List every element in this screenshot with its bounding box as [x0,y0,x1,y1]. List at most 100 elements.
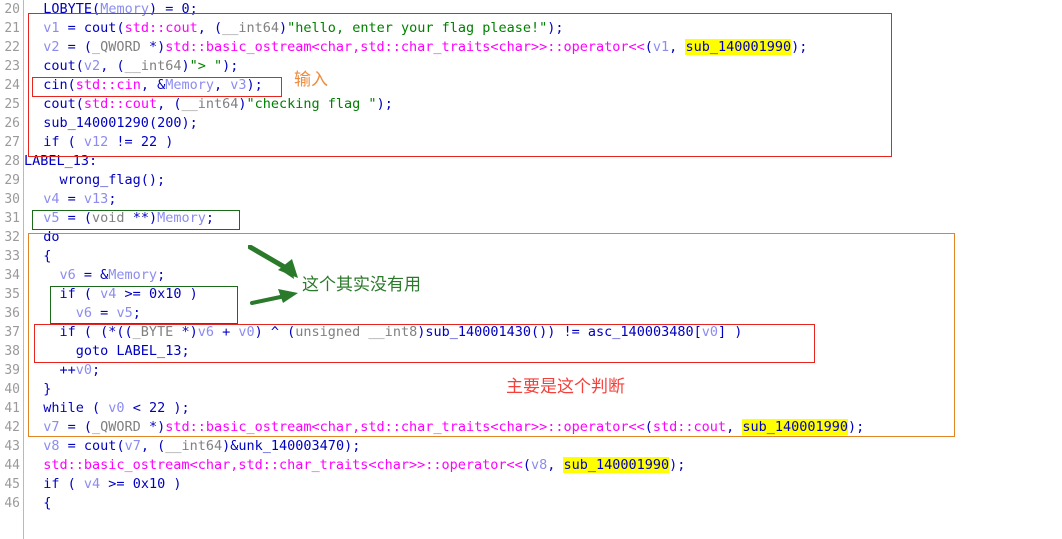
tok-data-unk-140003470[interactable]: unk_140003470 [238,438,344,454]
tok-var-v1[interactable]: v1 [653,39,669,55]
code-line-20[interactable]: LOBYTE(Memory) = 0; [27,0,198,19]
code-line-38[interactable]: goto LABEL_13; [27,342,190,361]
tok-function-sub-140001290[interactable]: sub_140001290 [43,115,149,131]
tok-punct: , [547,457,564,473]
code-line-21[interactable]: v1 = cout(std::cout, (__int64)"hello, en… [27,19,564,38]
tok-punct: ) [181,58,190,74]
code-line-24[interactable]: cin(std::cin, &Memory, v3); [27,76,263,95]
tok-ns-basic-ostream[interactable]: std::basic_ostream<char,std::char_traits… [43,457,523,473]
tok-ns-std-cout[interactable]: std::cout [125,20,198,36]
tok-var-v0[interactable]: v0 [108,400,124,416]
tok-function-wrong-flag[interactable]: wrong_flag [60,172,141,188]
tok-indent [27,191,43,207]
line-number: 29 [4,173,20,188]
tok-var-v3[interactable]: v3 [230,77,246,93]
tok-data-memory[interactable]: Memory [157,210,206,226]
tok-var-v6[interactable]: v6 [198,324,214,340]
tok-punct: = ( [59,39,93,55]
tok-indent [27,77,43,93]
code-line-28[interactable]: LABEL_13: [24,152,97,171]
code-line-37[interactable]: if ( (*((_BYTE *)v6 + v0) ^ (unsigned __… [27,323,743,342]
tok-var-v13[interactable]: v13 [84,191,108,207]
code-line-40[interactable]: } [27,380,51,399]
tok-var-v8[interactable]: v8 [531,457,547,473]
code-line-31[interactable]: v5 = (void **)Memory; [27,209,214,228]
tok-punct: ; [157,267,166,283]
code-line-34[interactable]: v6 = &Memory; [27,266,166,285]
code-line-22[interactable]: v2 = (_QWORD *)std::basic_ostream<char,s… [27,38,807,57]
tok-indent [27,172,60,188]
tok-var-v1[interactable]: v1 [43,20,59,36]
tok-var-v5[interactable]: v5 [116,305,132,321]
tok-var-v12[interactable]: v12 [84,134,108,150]
code-line-27[interactable]: if ( v12 != 22 ) [27,133,173,152]
tok-punct: ); [848,419,865,435]
tok-punct: ); [547,20,564,36]
tok-var-v6[interactable]: v6 [76,305,92,321]
code-line-43[interactable]: v8 = cout(v7, (__int64)&unk_140003470); [27,437,360,456]
tok-data-asc-140003480[interactable]: asc_140003480 [588,324,694,340]
tok-punct: ) [238,96,247,112]
code-line-39[interactable]: ++v0; [27,361,101,380]
tok-label-13[interactable]: LABEL_13: [24,153,97,169]
line-number: 31 [4,211,20,226]
tok-brace-open: { [27,495,52,511]
tok-punct: *) [181,324,198,340]
code-line-30[interactable]: v4 = v13; [27,190,116,209]
tok-function-sub-140001430[interactable]: sub_140001430 [425,324,531,340]
tok-function-lobyte[interactable]: LOBYTE [43,1,92,17]
tok-var-v7[interactable]: v7 [125,438,141,454]
line-number: 41 [4,401,20,416]
tok-function-cin[interactable]: cin [43,77,67,93]
code-line-41[interactable]: while ( v0 < 22 ); [27,399,189,418]
line-number: 30 [4,192,20,207]
tok-ns-std-cout[interactable]: std::cout [653,419,726,435]
tok-data-memory[interactable]: Memory [100,1,149,17]
code-line-45[interactable]: if ( v4 >= 0x10 ) [27,475,181,494]
tok-var-v2[interactable]: v2 [43,39,59,55]
tok-var-v6[interactable]: v6 [60,267,76,283]
tok-sub-140001990-highlighted[interactable]: sub_140001990 [563,457,670,473]
code-line-29[interactable]: wrong_flag(); [27,171,166,190]
code-line-25[interactable]: cout(std::cout, (__int64)"checking flag … [27,95,393,114]
code-line-23[interactable]: cout(v2, (__int64)"> "); [27,57,238,76]
tok-ns-basic-ostream[interactable]: std::basic_ostream<char,std::char_traits… [165,419,645,435]
tok-type-byte: _BYTE [132,324,182,340]
code-line-35[interactable]: if ( v4 >= 0x10 ) [27,285,198,304]
tok-sub-140001990-highlighted[interactable]: sub_140001990 [685,39,792,55]
tok-function-cout[interactable]: cout [84,20,117,36]
tok-var-v2[interactable]: v2 [84,58,100,74]
code-line-44[interactable]: std::basic_ostream<char,std::char_traits… [27,456,685,475]
tok-ns-std-cout[interactable]: std::cout [84,96,157,112]
pseudocode-view[interactable]: 20 21 22 23 24 25 26 27 28 29 30 31 32 3… [0,0,1062,539]
tok-punct: , ( [140,438,166,454]
code-line-46[interactable]: { [27,494,51,513]
tok-data-memory[interactable]: Memory [108,267,157,283]
tok-var-v4[interactable]: v4 [43,191,59,207]
tok-punct: ) [181,286,198,302]
tok-var-v0[interactable]: v0 [76,362,92,378]
tok-ns-basic-ostream[interactable]: std::basic_ostream<char,std::char_traits… [165,39,645,55]
tok-var-v4[interactable]: v4 [100,286,116,302]
code-line-42[interactable]: v7 = (_QWORD *)std::basic_ostream<char,s… [27,418,864,437]
tok-function-cout[interactable]: cout [43,58,76,74]
tok-label-13[interactable]: LABEL_13 [116,343,181,359]
code-line-32[interactable]: do [27,228,59,247]
tok-function-cout[interactable]: cout [84,438,117,454]
tok-keyword-goto: goto [75,343,117,359]
tok-var-v7[interactable]: v7 [43,419,59,435]
code-line-26[interactable]: sub_140001290(200); [27,114,197,133]
code-line-36[interactable]: v6 = v5; [27,304,141,323]
tok-var-v0[interactable]: v0 [238,324,254,340]
tok-ns-std-cin[interactable]: std::cin [76,77,141,93]
line-number: 23 [4,59,20,74]
tok-punct: **) [132,210,158,226]
tok-var-v4[interactable]: v4 [84,476,100,492]
tok-function-cout[interactable]: cout [43,96,76,112]
tok-data-memory[interactable]: Memory [165,77,214,93]
tok-var-v5[interactable]: v5 [43,210,59,226]
tok-var-v0[interactable]: v0 [702,324,718,340]
code-line-33[interactable]: { [27,247,51,266]
tok-sub-140001990-highlighted[interactable]: sub_140001990 [742,419,848,435]
tok-var-v8[interactable]: v8 [43,438,59,454]
